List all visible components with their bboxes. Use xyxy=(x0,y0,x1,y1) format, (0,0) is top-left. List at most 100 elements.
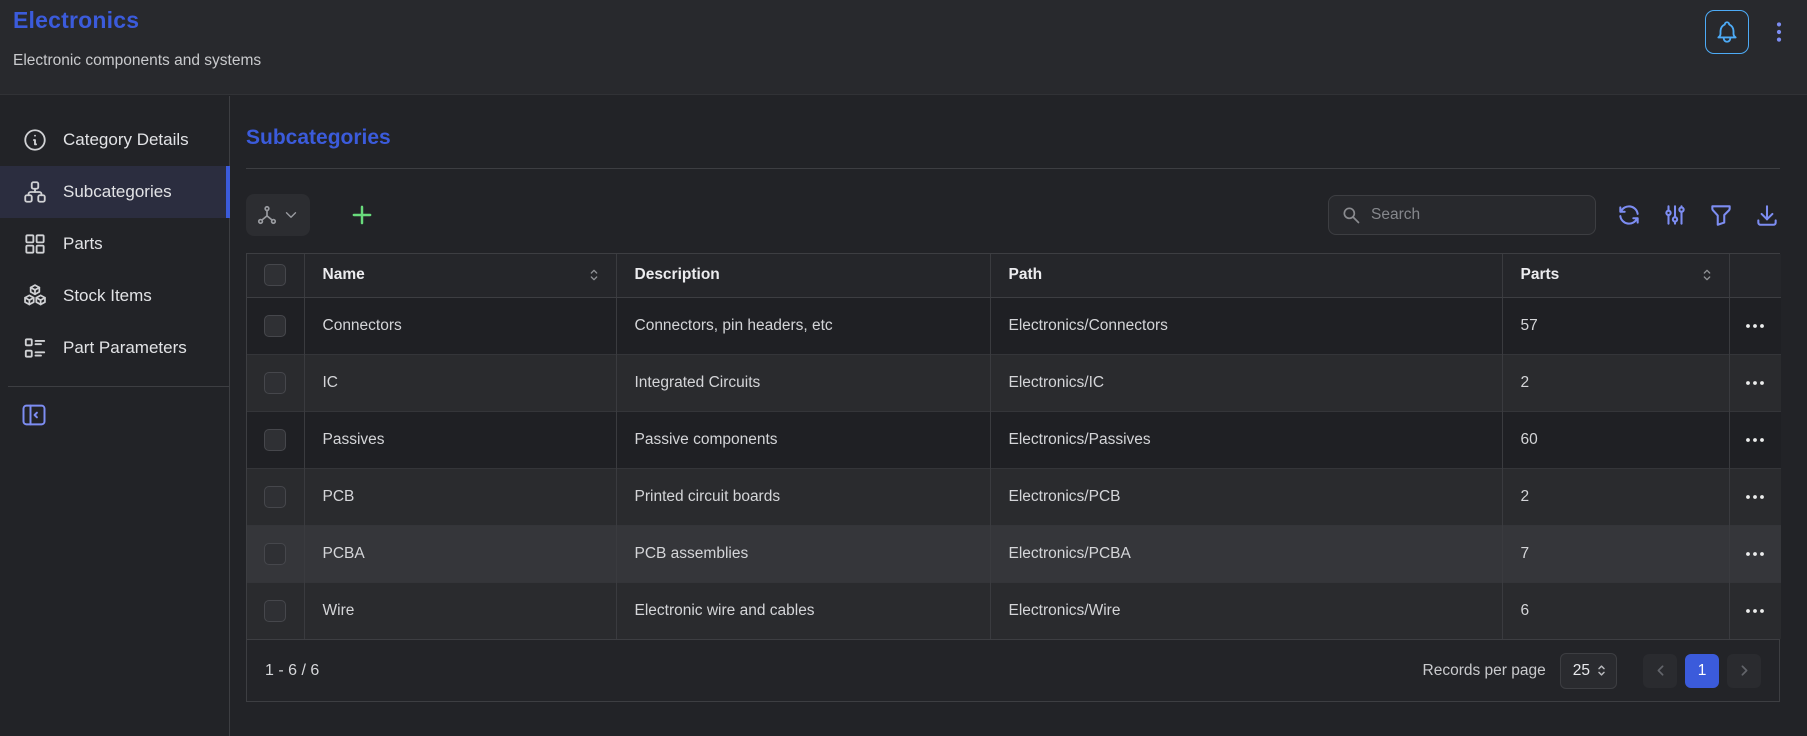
header-actions xyxy=(1705,10,1793,54)
column-label: Description xyxy=(635,266,720,283)
row-actions-button[interactable] xyxy=(1743,371,1767,395)
cell-description: Printed circuit boards xyxy=(616,468,990,525)
row-checkbox[interactable] xyxy=(264,315,286,337)
cell-parts: 60 xyxy=(1502,411,1729,468)
select-all-checkbox[interactable] xyxy=(264,264,286,286)
bell-icon xyxy=(1714,19,1740,45)
dots-vertical-icon xyxy=(1765,18,1793,46)
filter-icon xyxy=(1708,202,1734,228)
tree-view-button[interactable] xyxy=(246,194,310,236)
row-actions-button[interactable] xyxy=(1743,599,1767,623)
ellipsis-icon xyxy=(1743,599,1767,623)
sidebar-item-label: Parts xyxy=(63,234,103,254)
table-row[interactable]: Connectors Connectors, pin headers, etc … xyxy=(247,297,1781,354)
download-icon xyxy=(1754,202,1780,228)
sidebar: Category Details Subcategories Parts xyxy=(0,96,230,736)
filter-button[interactable] xyxy=(1708,202,1734,228)
sidebar-item-label: Part Parameters xyxy=(63,338,187,358)
section-divider xyxy=(246,168,1780,169)
cell-path: Electronics/Connectors xyxy=(990,297,1502,354)
cell-description: Integrated Circuits xyxy=(616,354,990,411)
list-details-icon xyxy=(22,335,48,361)
cell-path: Electronics/IC xyxy=(990,354,1502,411)
sidebar-item-stock-items[interactable]: Stock Items xyxy=(0,270,229,322)
table-row[interactable]: PCBA PCB assemblies Electronics/PCBA 7 xyxy=(247,525,1781,582)
row-checkbox[interactable] xyxy=(264,372,286,394)
row-checkbox[interactable] xyxy=(264,543,286,565)
main-panel: Subcategories xyxy=(230,96,1807,736)
record-range: 1 - 6 / 6 xyxy=(265,662,319,680)
sidebar-item-label: Category Details xyxy=(63,130,189,150)
collapse-sidebar-button[interactable] xyxy=(20,401,48,429)
page-subtitle: Electronic components and systems xyxy=(13,52,261,70)
row-actions-button[interactable] xyxy=(1743,314,1767,338)
table-toolbar xyxy=(246,193,1780,237)
cell-parts: 57 xyxy=(1502,297,1729,354)
row-actions-button[interactable] xyxy=(1743,485,1767,509)
subcategories-table: Name Description Path xyxy=(246,253,1780,702)
ellipsis-icon xyxy=(1743,371,1767,395)
cell-parts: 2 xyxy=(1502,354,1729,411)
row-checkbox[interactable] xyxy=(264,486,286,508)
page-title: Electronics xyxy=(13,7,139,34)
page-1-button[interactable]: 1 xyxy=(1685,654,1719,688)
selector-icon xyxy=(1594,663,1609,678)
download-button[interactable] xyxy=(1754,202,1780,228)
records-per-page-label: Records per page xyxy=(1423,662,1546,680)
grid-icon xyxy=(22,231,48,257)
search-input[interactable] xyxy=(1371,206,1583,224)
sidebar-item-subcategories[interactable]: Subcategories xyxy=(0,166,229,218)
adjustments-icon xyxy=(1662,202,1688,228)
table-row[interactable]: Wire Electronic wire and cables Electron… xyxy=(247,582,1781,639)
sort-icon xyxy=(586,267,602,283)
page-size-select[interactable]: 25 xyxy=(1560,653,1617,689)
ellipsis-icon xyxy=(1743,314,1767,338)
row-actions-button[interactable] xyxy=(1743,428,1767,452)
sidebar-item-part-parameters[interactable]: Part Parameters xyxy=(0,322,229,374)
sort-icon xyxy=(1699,267,1715,283)
cell-path: Electronics/PCBA xyxy=(990,525,1502,582)
table-row[interactable]: Passives Passive components Electronics/… xyxy=(247,411,1781,468)
overflow-menu-button[interactable] xyxy=(1765,18,1793,46)
column-header-description[interactable]: Description xyxy=(616,254,990,297)
column-header-name[interactable]: Name xyxy=(304,254,616,297)
column-label: Name xyxy=(323,266,365,284)
cell-name: Passives xyxy=(304,411,616,468)
packages-icon xyxy=(22,283,48,309)
column-header-parts[interactable]: Parts xyxy=(1502,254,1729,297)
cell-name: Wire xyxy=(304,582,616,639)
chevron-left-icon xyxy=(1652,662,1669,679)
cell-path: Electronics/Passives xyxy=(990,411,1502,468)
notifications-button[interactable] xyxy=(1705,10,1749,54)
refresh-button[interactable] xyxy=(1616,202,1642,228)
cell-name: Connectors xyxy=(304,297,616,354)
add-subcategory-button[interactable] xyxy=(348,201,376,229)
sidebar-item-parts[interactable]: Parts xyxy=(0,218,229,270)
row-actions-button[interactable] xyxy=(1743,542,1767,566)
table-header-row: Name Description Path xyxy=(247,254,1781,297)
sidebar-item-category-details[interactable]: Category Details xyxy=(0,114,229,166)
refresh-icon xyxy=(1616,202,1642,228)
column-header-actions xyxy=(1729,254,1781,297)
column-label: Parts xyxy=(1521,266,1560,284)
pagination: 1 xyxy=(1643,654,1761,688)
search-icon xyxy=(1341,205,1361,225)
cell-description: PCB assemblies xyxy=(616,525,990,582)
info-circle-icon xyxy=(22,127,48,153)
previous-page-button[interactable] xyxy=(1643,654,1677,688)
table-row[interactable]: IC Integrated Circuits Electronics/IC 2 xyxy=(247,354,1781,411)
row-checkbox[interactable] xyxy=(264,429,286,451)
section-title: Subcategories xyxy=(246,126,1780,150)
table-row[interactable]: PCB Printed circuit boards Electronics/P… xyxy=(247,468,1781,525)
cell-parts: 2 xyxy=(1502,468,1729,525)
column-header-path[interactable]: Path xyxy=(990,254,1502,297)
sidebar-item-label: Stock Items xyxy=(63,286,152,306)
table-settings-button[interactable] xyxy=(1662,202,1688,228)
cell-name: IC xyxy=(304,354,616,411)
sitemap-icon xyxy=(22,179,48,205)
cell-parts: 7 xyxy=(1502,525,1729,582)
row-checkbox[interactable] xyxy=(264,600,286,622)
table-footer: 1 - 6 / 6 Records per page 25 xyxy=(247,639,1779,701)
ellipsis-icon xyxy=(1743,428,1767,452)
next-page-button[interactable] xyxy=(1727,654,1761,688)
